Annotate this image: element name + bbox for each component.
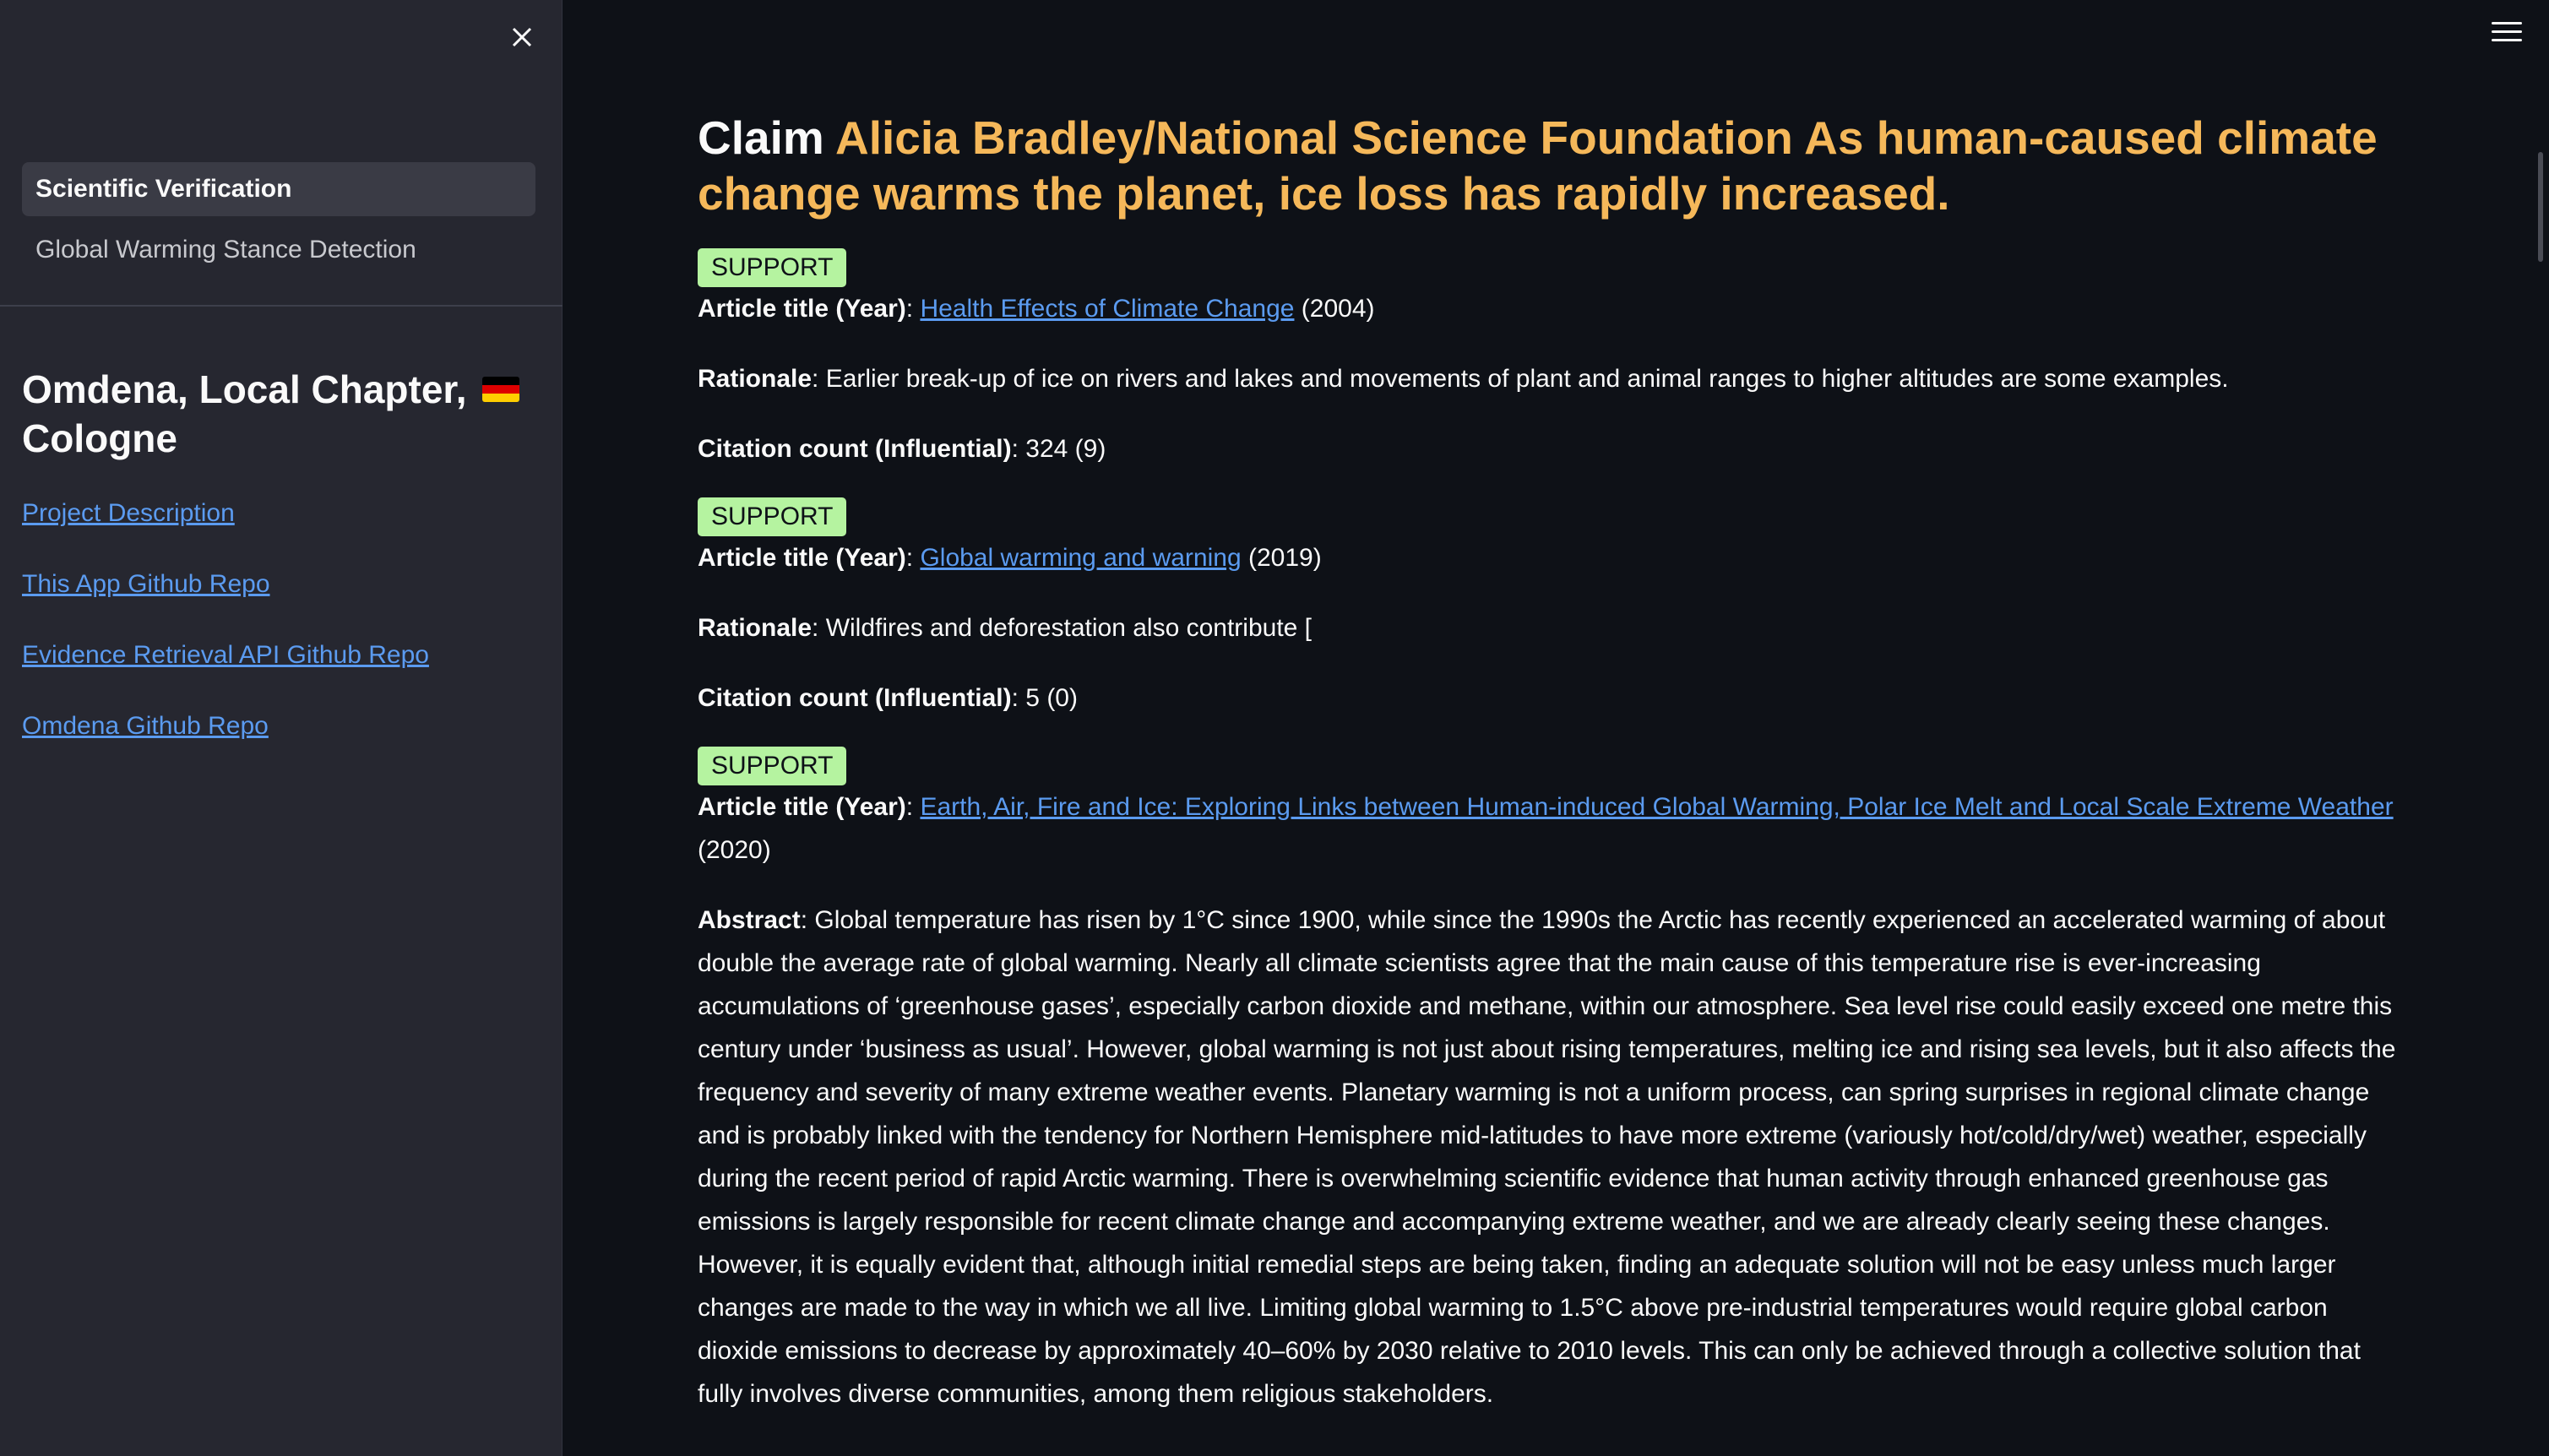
rationale-text: Earlier break-up of ice on rivers and la… xyxy=(825,365,2229,393)
nav-item-global-warming-stance-detection[interactable]: Global Warming Stance Detection xyxy=(22,223,535,277)
article-year: (2019) xyxy=(1247,544,1322,572)
link-evidence-retrieval-api-repo[interactable]: Evidence Retrieval API Github Repo xyxy=(22,637,429,708)
article-title-line: Article title (Year): Health Effects of … xyxy=(698,295,1375,323)
org-city: Cologne xyxy=(22,416,177,460)
sidebar: Scientific Verification Global Warming S… xyxy=(0,0,563,1456)
abstract-block: Abstract: Global temperature has risen b… xyxy=(698,906,2396,1408)
rationale-line: Rationale: Wildfires and deforestation a… xyxy=(698,614,1313,642)
stance-badge: SUPPORT xyxy=(698,248,847,287)
claim-text: Alicia Bradley/National Science Foundati… xyxy=(698,111,2378,220)
rationale-text: Wildfires and deforestation also contrib… xyxy=(825,614,1313,642)
sidebar-links: Project Description This App Github Repo… xyxy=(22,495,429,779)
evidence-item: SUPPORT Article title (Year): Earth, Air… xyxy=(698,747,2412,1415)
article-title-label: Article title (Year) xyxy=(698,544,906,572)
evidence-item: SUPPORT Article title (Year): Health Eff… xyxy=(698,248,2412,470)
article-title-line: Article title (Year): Earth, Air, Fire a… xyxy=(698,793,2394,864)
citation-label: Citation count (Influential) xyxy=(698,435,1012,463)
main-menu-button[interactable] xyxy=(2492,22,2522,47)
main-content: Claim Alicia Bradley/National Science Fo… xyxy=(698,110,2412,1415)
sidebar-divider xyxy=(0,305,563,307)
rationale-line: Rationale: Earlier break-up of ice on ri… xyxy=(698,365,2229,393)
citation-value: 324 (9) xyxy=(1025,435,1106,463)
org-title: Omdena, Local Chapter, Cologne xyxy=(22,365,546,463)
page-nav: Scientific Verification Global Warming S… xyxy=(22,162,535,284)
close-icon xyxy=(512,27,532,47)
scrollbar-thumb[interactable] xyxy=(2538,152,2543,262)
citation-label: Citation count (Influential) xyxy=(698,684,1012,712)
article-title-line: Article title (Year): Global warming and… xyxy=(698,544,1322,572)
citation-line: Citation count (Influential): 5 (0) xyxy=(698,684,1078,712)
abstract-label: Abstract xyxy=(698,906,801,934)
claim-label: Claim xyxy=(698,111,824,164)
article-title-label: Article title (Year) xyxy=(698,793,906,821)
article-title-label: Article title (Year) xyxy=(698,295,906,323)
rationale-label: Rationale xyxy=(698,365,813,393)
article-year: (2020) xyxy=(698,836,771,864)
link-omdena-github-repo[interactable]: Omdena Github Repo xyxy=(22,708,429,779)
article-year: (2004) xyxy=(1301,295,1375,323)
stance-badge: SUPPORT xyxy=(698,497,847,536)
article-link[interactable]: Global warming and warning xyxy=(920,544,1241,572)
citation-value: 5 (0) xyxy=(1025,684,1078,712)
nav-item-scientific-verification[interactable]: Scientific Verification xyxy=(22,162,535,216)
article-link[interactable]: Health Effects of Climate Change xyxy=(920,295,1294,323)
link-project-description[interactable]: Project Description xyxy=(22,495,429,566)
rationale-label: Rationale xyxy=(698,614,813,642)
stance-badge: SUPPORT xyxy=(698,747,847,785)
abstract-text: Global temperature has risen by 1°C sinc… xyxy=(698,906,2396,1408)
org-title-text: Omdena, Local Chapter, xyxy=(22,367,467,411)
claim-heading: Claim Alicia Bradley/National Science Fo… xyxy=(698,110,2412,221)
article-link[interactable]: Earth, Air, Fire and Ice: Exploring Link… xyxy=(920,793,2393,821)
citation-line: Citation count (Influential): 324 (9) xyxy=(698,435,1106,463)
evidence-item: SUPPORT Article title (Year): Global war… xyxy=(698,497,2412,720)
close-sidebar-button[interactable] xyxy=(505,20,539,54)
german-flag-icon xyxy=(482,376,520,402)
link-app-github-repo[interactable]: This App Github Repo xyxy=(22,566,429,637)
hamburger-icon xyxy=(2492,22,2522,24)
